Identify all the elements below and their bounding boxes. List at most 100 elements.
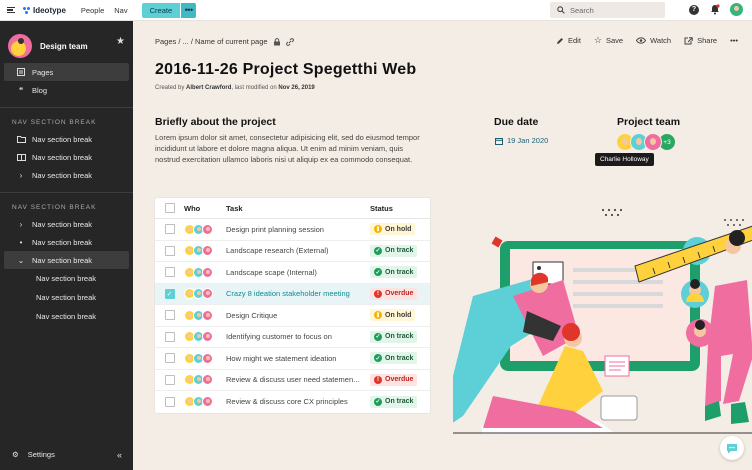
row-task[interactable]: Landscape scape (Internal) <box>226 268 370 277</box>
table-row[interactable]: Identifying customer to focus on ✓ On trac… <box>155 327 430 348</box>
row-assignees <box>184 396 226 408</box>
row-task[interactable]: Design print planning session <box>226 225 370 234</box>
row-checkbox[interactable] <box>164 331 175 342</box>
team-avatars: +3 <box>616 133 676 151</box>
sidebar-item-blog[interactable]: ❝ Blog <box>4 81 129 99</box>
sidebar-item-expandable[interactable]: › Nav section break <box>4 215 129 233</box>
settings-label: Settings <box>27 450 55 459</box>
table-row[interactable]: How might we statement ideation ✓ On track <box>155 348 430 370</box>
check-icon: ✓ <box>374 332 382 341</box>
row-task[interactable]: Review & discuss core CX principles <box>226 397 370 406</box>
project-team-heading: Project team <box>617 116 681 128</box>
edit-button[interactable]: Edit <box>556 36 581 45</box>
notifications-button[interactable] <box>709 4 721 16</box>
nav-people[interactable]: People <box>81 6 104 15</box>
sidebar-item-label: Blog <box>32 85 48 95</box>
more-actions-button[interactable]: ••• <box>730 36 738 45</box>
hamburger-menu-icon[interactable] <box>7 7 15 13</box>
section-label: NAV SECTION BREAK <box>12 203 97 211</box>
tasks-table: Who Task Status Design print planning se… <box>155 198 430 413</box>
row-checkbox[interactable] <box>164 267 175 278</box>
assignee-avatar[interactable] <box>202 396 213 408</box>
watch-label: Watch <box>650 36 672 45</box>
share-button[interactable]: Share <box>684 36 717 45</box>
sidebar-subitem[interactable]: Nav section break <box>4 307 129 326</box>
page-actions: Edit ☆ Save Watch Share ••• <box>556 35 738 46</box>
sidebar-item-bullet[interactable]: • Nav section break <box>4 233 129 251</box>
table-row[interactable]: Design print planning session Ⅱ On hold <box>155 219 430 241</box>
assignee-avatar[interactable] <box>202 288 213 300</box>
search-input[interactable]: Search <box>550 2 665 18</box>
star-icon[interactable]: ★ <box>116 36 125 47</box>
top-nav: People Nav <box>81 6 128 15</box>
user-avatar[interactable] <box>730 3 743 16</box>
chevron-right-icon: › <box>19 170 23 180</box>
page-byline: Created by Albert Crawford, last modifie… <box>155 85 315 91</box>
row-task[interactable]: Landscape research (External) <box>226 246 370 255</box>
row-checkbox[interactable]: ✓ <box>164 288 175 299</box>
table-row[interactable]: Review & discuss user need statemen...! O… <box>155 370 430 391</box>
space-header[interactable]: Design team <box>0 21 133 63</box>
watch-button[interactable]: Watch <box>636 36 671 45</box>
main-content: Pages / ... / Name of current page Edit … <box>133 21 752 470</box>
row-task[interactable]: How might we statement ideation <box>226 354 370 363</box>
sidebar-subitem[interactable]: Nav section break <box>4 269 129 288</box>
status-label: On hold <box>385 311 412 319</box>
create-more-button[interactable]: ••• <box>181 2 197 18</box>
help-button[interactable]: ? <box>688 4 700 16</box>
author-link[interactable]: Albert Crawford <box>186 85 231 91</box>
app-logo[interactable]: Ideotype <box>23 6 66 15</box>
calendar-icon <box>495 137 503 145</box>
table-row[interactable]: Landscape research (External) ✓ On track <box>155 241 430 262</box>
sidebar-subitem[interactable]: Nav section break <box>4 288 129 307</box>
row-task[interactable]: Review & discuss user need statemen... <box>226 375 370 384</box>
assignee-avatar[interactable] <box>202 266 213 278</box>
assignee-avatar[interactable] <box>202 352 213 364</box>
sidebar-item-expanded[interactable]: ⌄ Nav section break <box>4 251 129 269</box>
table-row[interactable]: ✓ Crazy 8 ideation stakeholder meeting! Ov… <box>155 283 430 305</box>
settings-button[interactable]: ⚙ Settings « <box>0 450 133 460</box>
assignee-avatar[interactable] <box>202 331 213 343</box>
row-task[interactable]: Design Critique <box>226 311 370 320</box>
due-date-chip[interactable]: 19 Jan 2020 <box>495 136 548 145</box>
nav-nav[interactable]: Nav <box>114 6 127 15</box>
chat-bubble-button[interactable] <box>720 436 744 460</box>
table-row[interactable]: Design Critique Ⅱ On hold <box>155 305 430 327</box>
table-row[interactable]: Landscape scape (Internal) ✓ On track <box>155 262 430 284</box>
bullet-icon: • <box>19 237 23 247</box>
page-title: 2016-11-26 Project Spegetthi Web <box>155 61 417 78</box>
sidebar-item-folder[interactable]: Nav section break <box>4 130 129 148</box>
pencil-icon <box>556 37 563 44</box>
collapse-sidebar-icon[interactable]: « <box>117 450 122 460</box>
link-icon[interactable] <box>285 37 294 46</box>
row-checkbox[interactable] <box>164 224 175 235</box>
table-row[interactable]: Review & discuss core CX principles ✓ On t… <box>155 391 430 413</box>
row-checkbox[interactable] <box>164 245 175 256</box>
row-checkbox[interactable] <box>164 396 175 407</box>
create-button[interactable]: Create <box>141 2 181 18</box>
assignee-avatar[interactable] <box>202 223 213 235</box>
assignee-avatar[interactable] <box>202 309 213 321</box>
sidebar-item-label: Nav section break <box>32 152 93 162</box>
row-checkbox[interactable] <box>164 353 175 364</box>
assignee-avatar[interactable] <box>202 374 213 386</box>
row-assignees <box>184 309 226 321</box>
assignee-avatar[interactable] <box>202 245 213 257</box>
modified-date: Nov 26, 2019 <box>278 85 315 91</box>
team-avatar[interactable] <box>644 133 662 151</box>
breadcrumb-path[interactable]: Pages / ... / Name of current page <box>155 37 268 46</box>
sidebar-item-expandable[interactable]: › Nav section break <box>4 166 129 184</box>
row-task[interactable]: Identifying customer to focus on <box>226 332 370 341</box>
save-button[interactable]: ☆ Save <box>594 35 623 46</box>
row-assignees <box>184 374 226 386</box>
row-task[interactable]: Crazy 8 ideation stakeholder meeting <box>226 289 370 298</box>
row-assignees <box>184 352 226 364</box>
lock-icon[interactable] <box>273 37 281 46</box>
row-checkbox[interactable] <box>164 310 175 321</box>
sidebar-item-book[interactable]: Nav section break <box>4 148 129 166</box>
row-checkbox[interactable] <box>164 374 175 385</box>
about-heading: Briefly about the project <box>155 116 276 128</box>
select-all-checkbox[interactable] <box>164 203 175 213</box>
status-badge: Ⅱ On hold <box>370 223 416 236</box>
sidebar-item-pages[interactable]: Pages <box>4 63 129 81</box>
